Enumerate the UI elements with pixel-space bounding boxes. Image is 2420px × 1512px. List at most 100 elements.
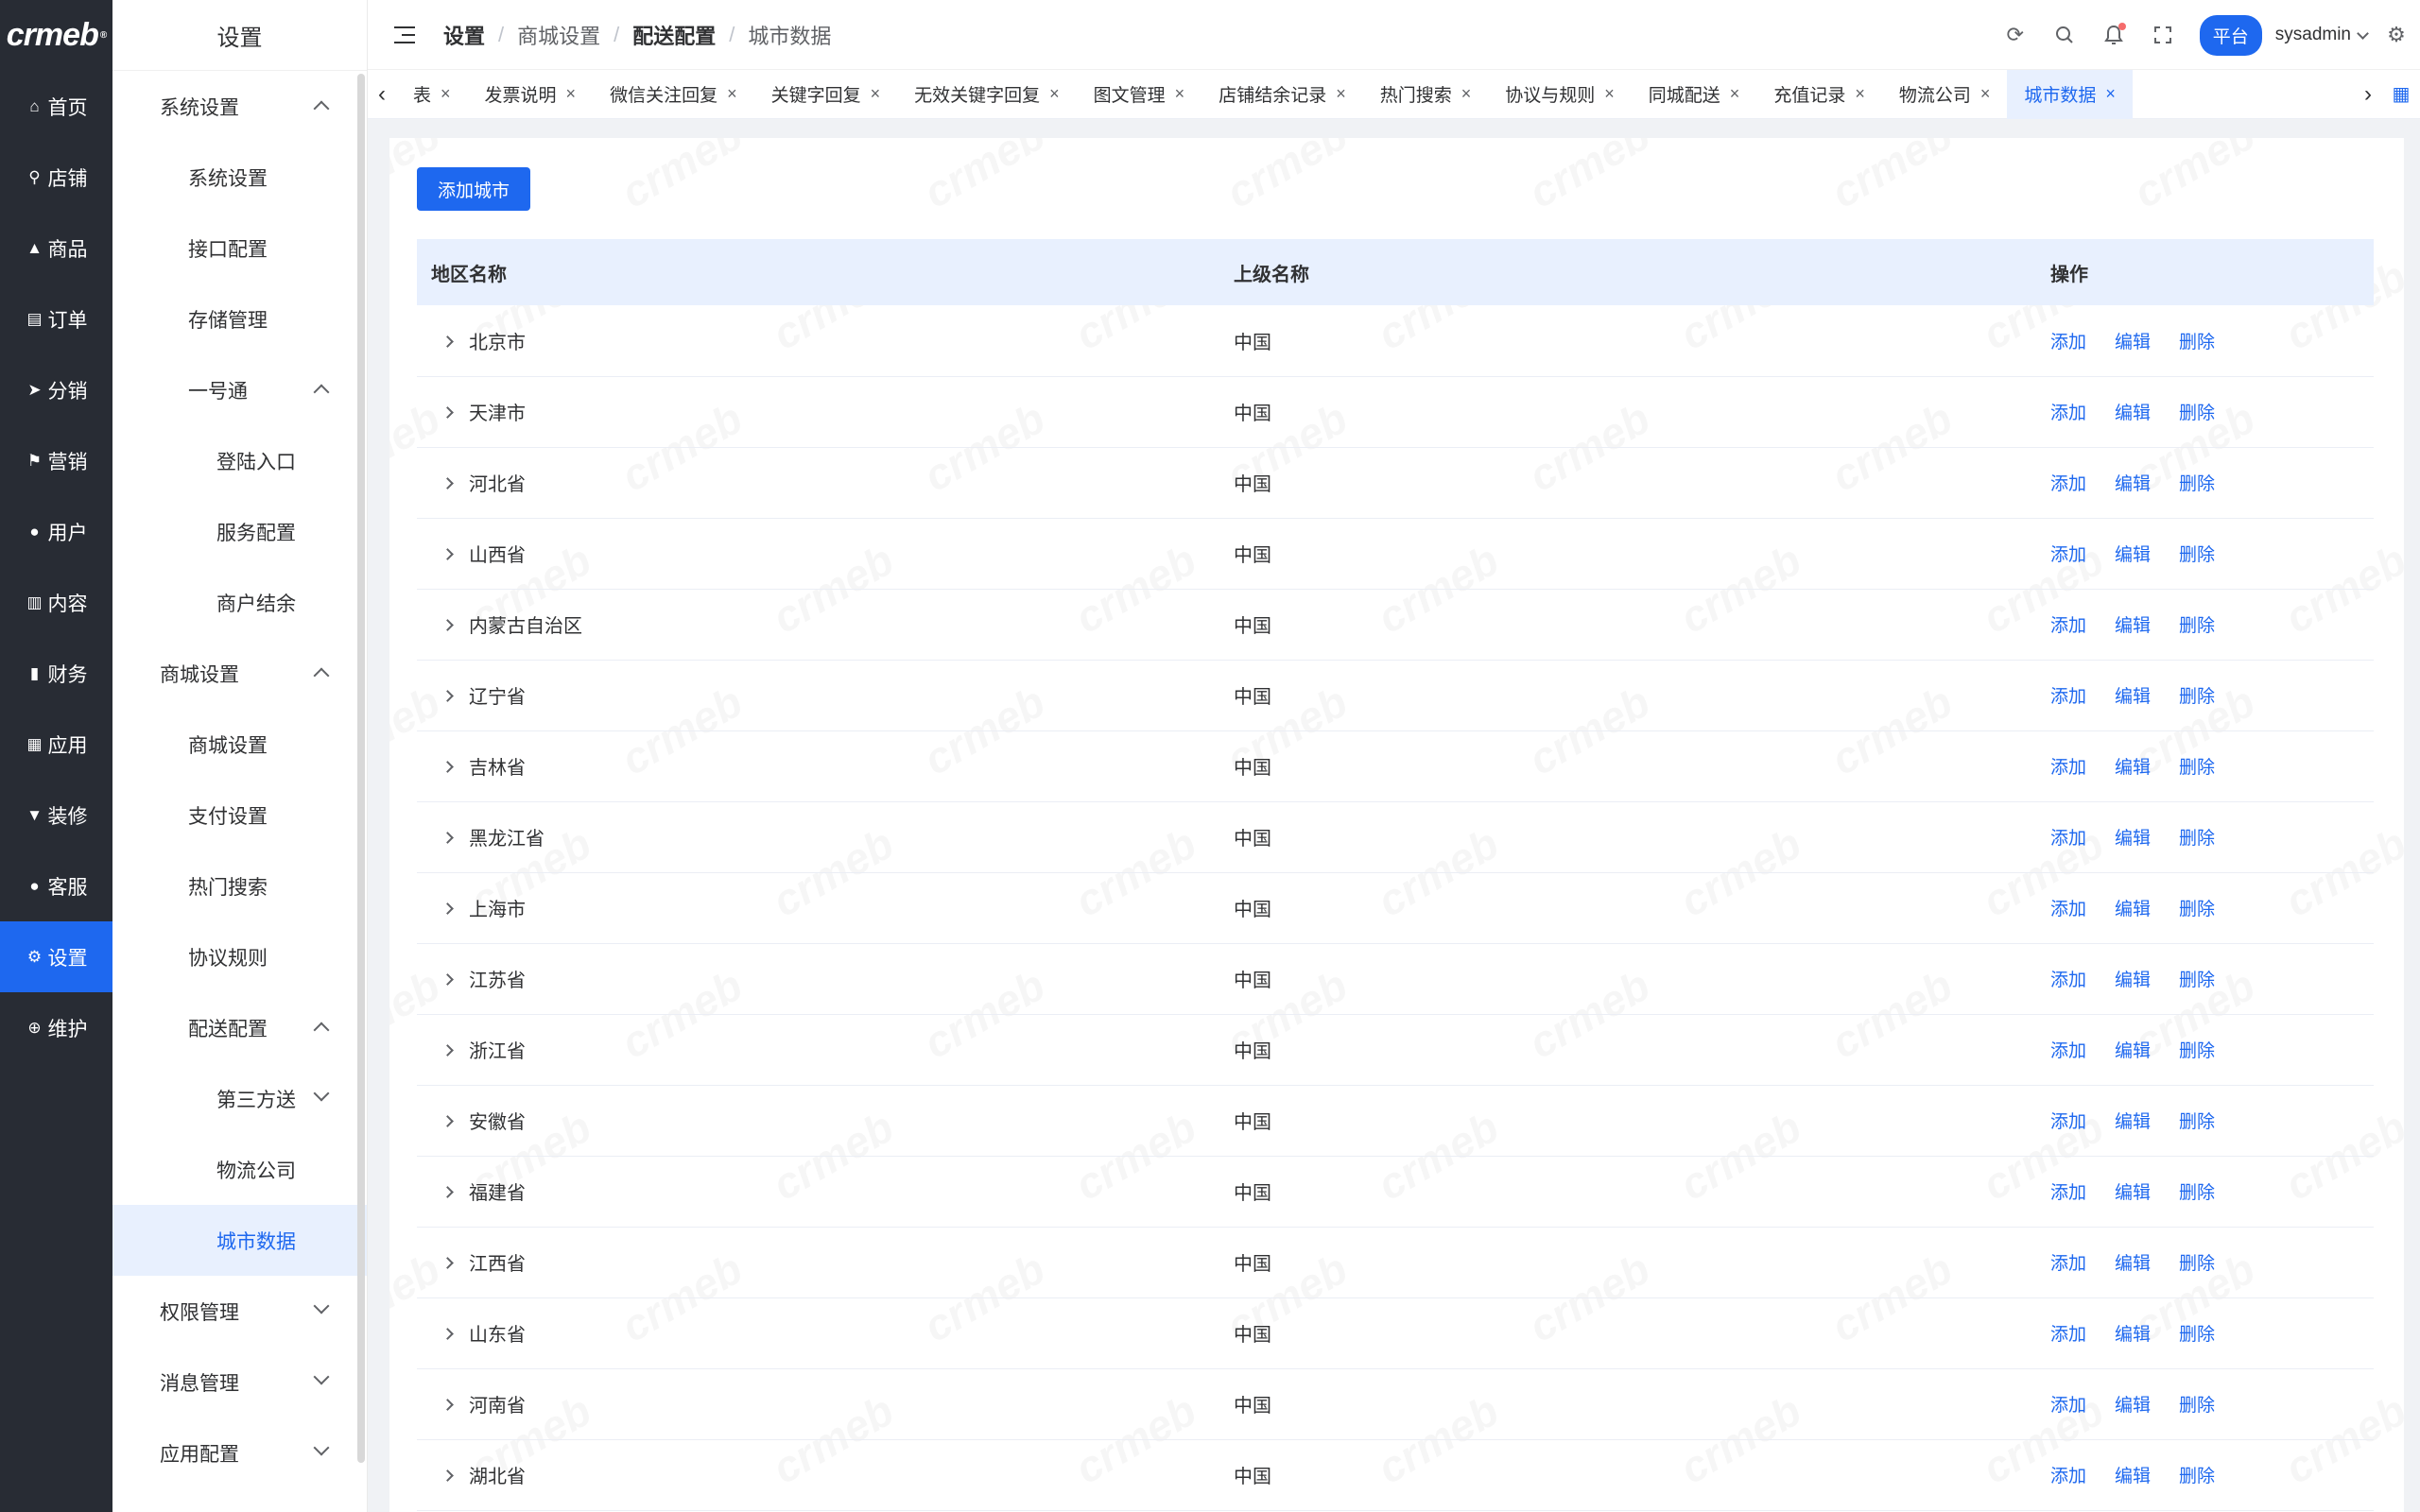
edit-link[interactable]: 编辑 <box>2115 545 2151 565</box>
delete-link[interactable]: 删除 <box>2179 333 2215 352</box>
edit-link[interactable]: 编辑 <box>2115 971 2151 990</box>
subnav-item[interactable]: 服务配置 <box>112 496 367 567</box>
add-link[interactable]: 添加 <box>2050 687 2086 707</box>
delete-link[interactable]: 删除 <box>2179 1254 2215 1274</box>
edit-link[interactable]: 编辑 <box>2115 758 2151 778</box>
bell-icon[interactable] <box>2101 23 2126 47</box>
add-link[interactable]: 添加 <box>2050 1183 2086 1203</box>
subnav-item[interactable]: 支付设置 <box>112 780 367 850</box>
add-link[interactable]: 添加 <box>2050 1325 2086 1345</box>
rail-item-10[interactable]: ▼ 装修 <box>0 780 112 850</box>
edit-link[interactable]: 编辑 <box>2115 687 2151 707</box>
expand-chevron-icon[interactable] <box>441 619 454 632</box>
tab[interactable]: 发票说明 × <box>468 70 594 119</box>
expand-chevron-icon[interactable] <box>441 973 454 987</box>
edit-link[interactable]: 编辑 <box>2115 404 2151 423</box>
rail-item-7[interactable]: ▥ 内容 <box>0 567 112 638</box>
expand-chevron-icon[interactable] <box>441 832 454 845</box>
tab[interactable]: 店铺结余记录 × <box>1201 70 1363 119</box>
rail-item-13[interactable]: ⊕ 维护 <box>0 992 112 1063</box>
subnav-item[interactable]: 商城设置 <box>112 709 367 780</box>
delete-link[interactable]: 删除 <box>2179 758 2215 778</box>
subnav-item[interactable]: 热门搜索 <box>112 850 367 921</box>
delete-link[interactable]: 删除 <box>2179 687 2215 707</box>
subnav-item[interactable]: 应用配置 <box>112 1418 367 1488</box>
rail-item-8[interactable]: ▮ 财务 <box>0 638 112 709</box>
close-icon[interactable]: × <box>1049 84 1060 104</box>
rail-item-4[interactable]: ➤ 分销 <box>0 354 112 425</box>
tabs-scroll-right-icon[interactable]: › <box>2354 70 2382 119</box>
tab[interactable]: 城市数据 × <box>2007 69 2133 119</box>
add-link[interactable]: 添加 <box>2050 1112 2086 1132</box>
expand-chevron-icon[interactable] <box>441 1399 454 1412</box>
subnav-item[interactable]: 登陆入口 <box>112 425 367 496</box>
subnav-item[interactable]: 系统设置 <box>112 142 367 213</box>
delete-link[interactable]: 删除 <box>2179 1041 2215 1061</box>
rail-item-1[interactable]: ⚲ 店铺 <box>0 142 112 213</box>
delete-link[interactable]: 删除 <box>2179 971 2215 990</box>
tab[interactable]: 充值记录 × <box>1756 70 1882 119</box>
delete-link[interactable]: 删除 <box>2179 900 2215 919</box>
close-icon[interactable]: × <box>1461 84 1472 104</box>
expand-chevron-icon[interactable] <box>441 1044 454 1057</box>
delete-link[interactable]: 删除 <box>2179 1396 2215 1416</box>
close-icon[interactable]: × <box>727 84 737 104</box>
subnav-item[interactable]: 城市数据 <box>112 1205 367 1276</box>
rail-item-6[interactable]: ● 用户 <box>0 496 112 567</box>
platform-badge[interactable]: 平台 <box>2199 14 2262 56</box>
edit-link[interactable]: 编辑 <box>2115 1467 2151 1486</box>
edit-link[interactable]: 编辑 <box>2115 1396 2151 1416</box>
subnav-item[interactable]: 存储管理 <box>112 284 367 354</box>
breadcrumb-item[interactable]: 商城设置 <box>517 20 600 50</box>
close-icon[interactable]: × <box>871 84 881 104</box>
edit-link[interactable]: 编辑 <box>2115 900 2151 919</box>
add-link[interactable]: 添加 <box>2050 616 2086 636</box>
refresh-icon[interactable]: ⟳ <box>2003 23 2028 47</box>
subnav-item[interactable]: 商户结余 <box>112 567 367 638</box>
expand-chevron-icon[interactable] <box>441 1469 454 1483</box>
tabs-scroll-left-icon[interactable]: ‹ <box>368 70 396 119</box>
search-icon[interactable] <box>2052 23 2077 47</box>
delete-link[interactable]: 删除 <box>2179 474 2215 494</box>
add-link[interactable]: 添加 <box>2050 1467 2086 1486</box>
add-link[interactable]: 添加 <box>2050 900 2086 919</box>
close-icon[interactable]: × <box>1175 84 1185 104</box>
expand-chevron-icon[interactable] <box>441 1115 454 1128</box>
add-link[interactable]: 添加 <box>2050 333 2086 352</box>
expand-chevron-icon[interactable] <box>441 1328 454 1341</box>
tab[interactable]: 协议与规则 × <box>1488 70 1632 119</box>
delete-link[interactable]: 删除 <box>2179 829 2215 849</box>
add-link[interactable]: 添加 <box>2050 1254 2086 1274</box>
breadcrumb-item[interactable]: 设置 <box>443 20 485 50</box>
subnav-item[interactable]: 接口配置 <box>112 213 367 284</box>
add-link[interactable]: 添加 <box>2050 545 2086 565</box>
add-link[interactable]: 添加 <box>2050 758 2086 778</box>
tab[interactable]: 表 × <box>396 70 468 119</box>
expand-chevron-icon[interactable] <box>441 406 454 420</box>
add-link[interactable]: 添加 <box>2050 1396 2086 1416</box>
close-icon[interactable]: × <box>1730 84 1740 104</box>
tab[interactable]: 同城配送 × <box>1632 70 1757 119</box>
tabs-menu-icon[interactable]: ▦ <box>2382 70 2420 119</box>
edit-link[interactable]: 编辑 <box>2115 333 2151 352</box>
edit-link[interactable]: 编辑 <box>2115 1112 2151 1132</box>
edit-link[interactable]: 编辑 <box>2115 1041 2151 1061</box>
expand-chevron-icon[interactable] <box>441 902 454 916</box>
close-icon[interactable]: × <box>1336 84 1346 104</box>
settings-gear-icon[interactable]: ⚙ <box>2384 23 2409 47</box>
rail-item-9[interactable]: ▦ 应用 <box>0 709 112 780</box>
add-link[interactable]: 添加 <box>2050 971 2086 990</box>
edit-link[interactable]: 编辑 <box>2115 1325 2151 1345</box>
edit-link[interactable]: 编辑 <box>2115 829 2151 849</box>
subnav-item[interactable]: 物流公司 <box>112 1134 367 1205</box>
close-icon[interactable]: × <box>1855 84 1865 104</box>
expand-chevron-icon[interactable] <box>441 761 454 774</box>
delete-link[interactable]: 删除 <box>2179 1467 2215 1486</box>
rail-item-5[interactable]: ⚑ 营销 <box>0 425 112 496</box>
close-icon[interactable]: × <box>1604 84 1615 104</box>
rail-item-3[interactable]: ▤ 订单 <box>0 284 112 354</box>
tab[interactable]: 微信关注回复 × <box>593 70 754 119</box>
edit-link[interactable]: 编辑 <box>2115 1254 2151 1274</box>
user-menu[interactable]: sysadmin <box>2275 25 2369 45</box>
expand-chevron-icon[interactable] <box>441 690 454 703</box>
